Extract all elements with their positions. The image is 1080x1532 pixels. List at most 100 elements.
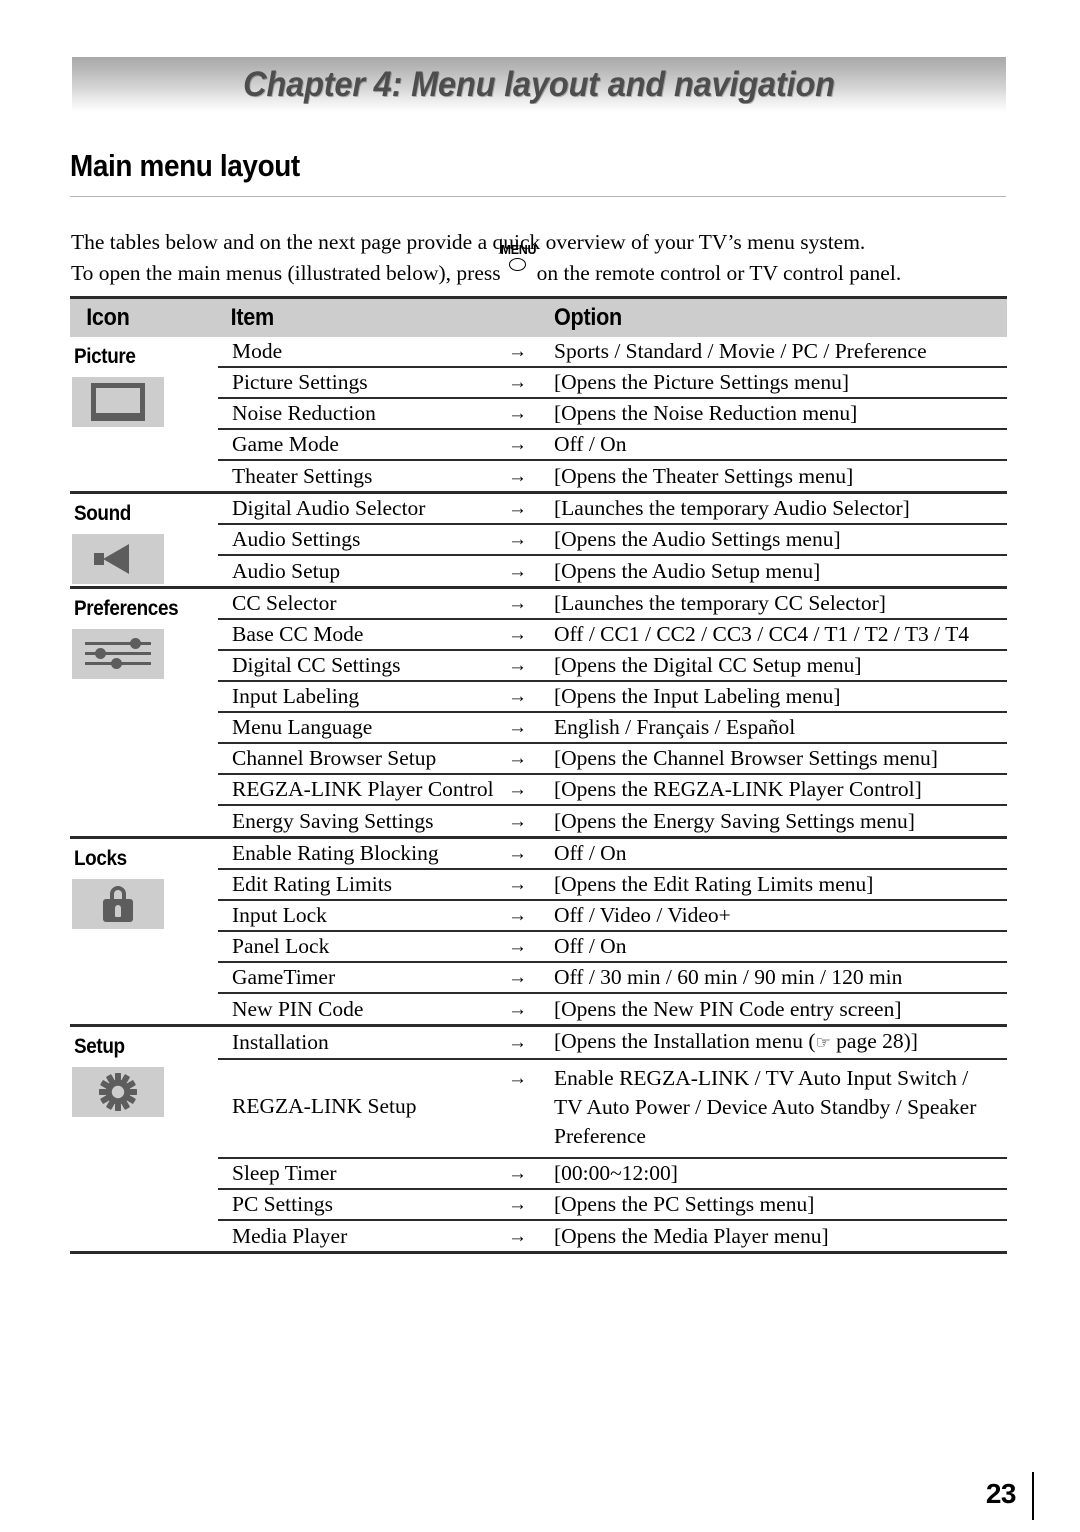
intro-paragraph: The tables below and on the next page pr… [71, 227, 1011, 289]
column-header-option: Option [554, 304, 622, 331]
menu-item-label: Energy Saving Settings [232, 808, 434, 833]
menu-option-value: [Opens the Edit Rating Limits menu] [554, 872, 874, 896]
table-row: Media Player → [Opens the Media Player men… [218, 1221, 1007, 1251]
menu-group-locks: Locks Enable Rating Blocking → Off / On Edit… [70, 836, 1007, 1024]
menu-item-label: Installation [232, 1030, 329, 1054]
arrow-icon: → [508, 905, 527, 926]
menu-option-value: Off / 30 min / 60 min / 90 min / 120 min [554, 965, 903, 989]
arrow-icon: → [508, 810, 527, 832]
option-text-prefix: [Opens the Installation menu ( [554, 1029, 816, 1053]
menu-group-icon-cell: Preferences [70, 589, 218, 836]
menu-group-rows: CC Selector → [Launches the temporary CC S… [218, 589, 1007, 836]
menu-group-sound: Sound Digital Audio Selector → [Launches th… [70, 491, 1007, 586]
menu-option-value: [Opens the Media Player menu] [554, 1223, 829, 1248]
table-bottom-rule [70, 1251, 1007, 1254]
menu-item-label: Sleep Timer [232, 1161, 337, 1185]
menu-group-icon-cell: Sound [70, 494, 218, 586]
table-row: Theater Settings → [Opens the Theater Sett… [218, 461, 1007, 491]
menu-option-value: Enable REGZA-LINK / TV Auto Input Switch… [554, 1066, 977, 1148]
arrow-icon: → [508, 1032, 527, 1053]
menu-group-body: Locks Enable Rating Blocking → Off / On Edit… [70, 839, 1007, 1024]
chapter-title: Chapter 4: Menu layout and navigation [243, 64, 835, 104]
table-row: REGZA-LINK Player Control → [Opens the REG… [218, 775, 1007, 806]
menu-option-value: [Opens the Digital CC Setup menu] [554, 653, 862, 677]
menu-group-body: Setup Installation → [Opens the Installatio… [70, 1027, 1007, 1251]
table-row: New PIN Code → [Opens the New PIN Code ent… [218, 994, 1007, 1024]
pointing-hand-icon: ☞ [815, 1033, 831, 1053]
menu-option-value: [00:00~12:00] [554, 1161, 678, 1185]
menu-option-value: English / Français / Español [554, 715, 796, 739]
table-row: Mode → Sports / Standard / Movie / PC / Pr… [218, 337, 1007, 368]
menu-item-label: Picture Settings [232, 370, 368, 394]
intro-line-1: The tables below and on the next page pr… [71, 230, 866, 254]
arrow-icon: → [508, 717, 527, 738]
table-row: Input Labeling → [Opens the Input Labeling… [218, 682, 1007, 713]
arrow-icon: → [508, 465, 527, 487]
table-row: Energy Saving Settings → [Opens the Energy… [218, 806, 1007, 836]
gear-glyph [98, 1072, 138, 1112]
menu-group-label: Picture [74, 345, 136, 368]
intro-line-2-before: To open the main menus (illustrated belo… [71, 261, 501, 285]
menu-item-label: Base CC Mode [232, 622, 364, 646]
arrow-icon: → [508, 686, 527, 707]
menu-item-label: Edit Rating Limits [232, 872, 393, 896]
menu-button-circle-icon [508, 257, 526, 271]
menu-option-value: [Opens the Picture Settings menu] [554, 370, 849, 394]
arrow-icon: → [508, 998, 527, 1020]
arrow-icon: → [508, 967, 527, 988]
sliders-glyph [85, 638, 151, 669]
main-menu-table: Icon Item Option Picture Mode → Sports / St… [70, 296, 1007, 1254]
menu-item-label: Channel Browser Setup [232, 746, 437, 770]
arrow-icon: → [508, 655, 527, 676]
chapter-banner: Chapter 4: Menu layout and navigation [72, 57, 1006, 112]
page-title: Main menu layout [70, 148, 300, 183]
padlock-glyph [103, 886, 133, 922]
tv-icon [72, 377, 164, 427]
intro-line-2: To open the main menus (illustrated belo… [71, 243, 1011, 289]
menu-group-picture: Picture Mode → Sports / Standard / Movie / … [70, 337, 1007, 491]
arrow-icon: → [508, 874, 527, 895]
menu-item-label: Theater Settings [232, 463, 373, 488]
arrow-icon: → [508, 403, 527, 424]
menu-option-value: [Opens the PC Settings menu] [554, 1192, 815, 1216]
sliders-icon [72, 629, 164, 679]
menu-item-label: Digital Audio Selector [232, 496, 426, 520]
column-header-item: Item [230, 304, 275, 331]
table-row: Audio Setup → [Opens the Audio Setup menu] [218, 556, 1007, 586]
arrow-icon: → [508, 624, 527, 645]
menu-option-value: [Opens the Theater Settings menu] [554, 463, 854, 488]
intro-line-2-after: on the remote control or TV control pane… [536, 261, 902, 285]
footer-rule [1032, 1472, 1034, 1520]
arrow-icon: → [508, 1225, 527, 1247]
arrow-icon: → [508, 1194, 527, 1215]
menu-group-body: Preferences CC Selector → [Launches the tem… [70, 589, 1007, 836]
table-row: REGZA-LINK Setup → Enable REGZA-LINK / TV … [218, 1060, 1007, 1159]
table-row: Edit Rating Limits → [Opens the Edit Ratin… [218, 870, 1007, 901]
menu-group-preferences: Preferences CC Selector → [Launches the tem… [70, 586, 1007, 836]
arrow-icon: → [508, 779, 527, 800]
menu-group-icon-cell: Picture [70, 337, 218, 491]
arrow-icon: → [508, 1068, 527, 1089]
menu-option-value: Off / On [554, 841, 627, 865]
speaker-icon [72, 534, 164, 584]
menu-group-label: Preferences [74, 597, 179, 620]
menu-item-label: Panel Lock [232, 934, 330, 958]
menu-option-value: [Opens the Input Labeling menu] [554, 684, 841, 708]
arrow-icon: → [508, 529, 527, 550]
arrow-icon: → [508, 843, 527, 864]
menu-option-value: [Opens the Installation menu (☞ page 28)… [554, 1027, 1007, 1058]
option-text-suffix: page 28)] [830, 1029, 918, 1053]
table-row: Enable Rating Blocking → Off / On [218, 839, 1007, 870]
menu-option-value: [Opens the Audio Setup menu] [554, 558, 821, 583]
menu-item-label: PC Settings [232, 1192, 333, 1216]
table-header-row: Icon Item Option [70, 299, 1007, 337]
table-row: Base CC Mode → Off / CC1 / CC2 / CC3 / CC4… [218, 620, 1007, 651]
speaker-glyph [94, 544, 144, 574]
tv-screen-glyph [91, 383, 145, 421]
menu-item-label: REGZA-LINK Player Control [232, 777, 494, 801]
menu-item-label: GameTimer [232, 965, 336, 989]
arrow-icon: → [508, 560, 527, 582]
gear-icon [72, 1067, 164, 1117]
table-row: Channel Browser Setup → [Opens the Channel… [218, 744, 1007, 775]
arrow-icon: → [508, 498, 527, 519]
